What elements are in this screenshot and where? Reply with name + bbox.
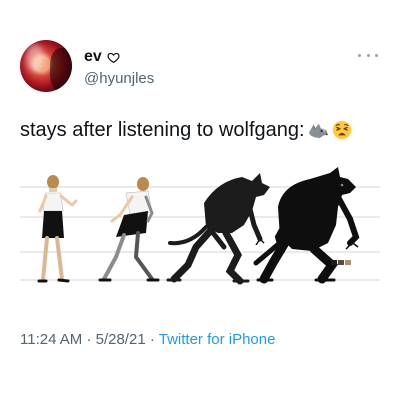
meta-separator: · (86, 331, 92, 348)
color-swatches (331, 260, 351, 265)
avatar-highlight (26, 44, 44, 72)
display-name[interactable]: ev (84, 48, 102, 66)
figure-transforming (98, 177, 160, 282)
werewolf-transformation-illustration (20, 167, 380, 285)
meta-separator-2: · (149, 331, 155, 348)
heart-outline-icon (107, 52, 120, 63)
user-names: ev @hyunjles (84, 48, 154, 89)
tweet-body: stays after listening to wolfgang: (20, 117, 385, 143)
avatar-shade (50, 48, 72, 92)
tweet-date[interactable]: 5/28/21 (96, 331, 146, 348)
tweet-card: ev @hyunjles stays after listening to wo… (0, 0, 400, 400)
tweet-source-link[interactable]: Twitter for iPhone (159, 331, 276, 348)
wolf-emoji-icon (308, 123, 328, 139)
more-options-icon[interactable] (358, 50, 378, 60)
tweet-text: stays after listening to wolfgang: (20, 119, 305, 141)
tweet-meta: 11:24 AM · 5/28/21 · Twitter for iPhone (20, 331, 275, 348)
tweet-time[interactable]: 11:24 AM (20, 331, 82, 348)
avatar[interactable] (20, 40, 72, 92)
tweet-header: ev @hyunjles (20, 40, 380, 98)
tweet-image[interactable] (20, 167, 380, 297)
figure-human (37, 175, 78, 283)
weary-face-icon (332, 120, 351, 140)
display-name-row[interactable]: ev (84, 48, 154, 66)
user-handle[interactable]: @hyunjles (84, 69, 154, 89)
